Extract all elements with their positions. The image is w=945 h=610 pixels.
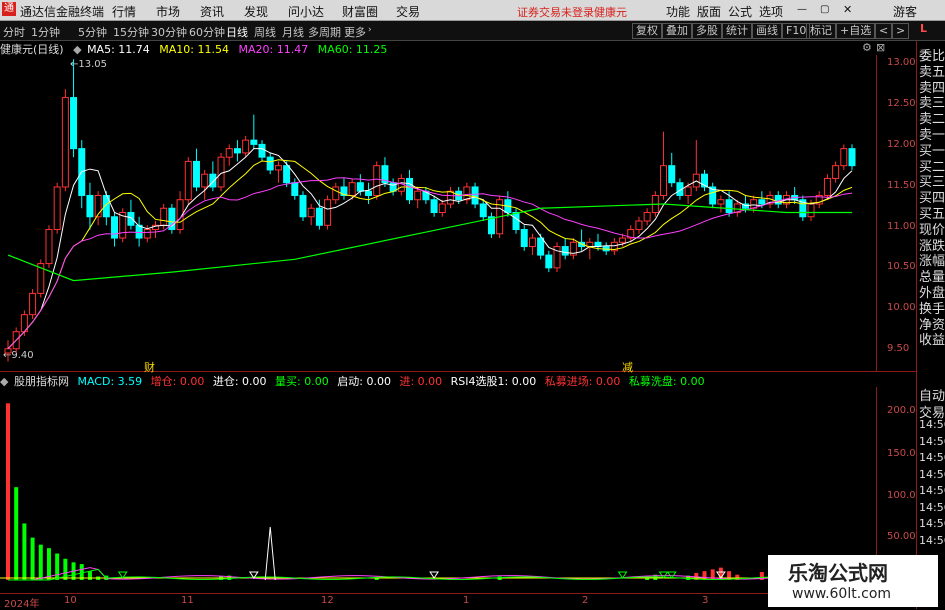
candle-body [283,165,291,184]
candle-body [463,186,471,201]
candle-body [561,246,569,256]
candle-body [373,165,381,196]
candle-body [250,139,258,145]
candle-body [192,160,200,188]
candle-body [299,194,307,218]
candle-body [807,203,815,218]
candle-body [430,199,438,214]
candle-body [70,97,78,150]
candle-body [86,194,94,218]
candle-body [307,207,315,218]
candle-body [29,292,37,316]
candle-body [266,156,274,171]
indicator-bar [55,553,60,580]
candle-body [537,237,545,256]
indicator-bar [22,523,27,580]
candle-body [332,186,340,201]
ma20-line [7,177,853,350]
candle-body [111,216,119,239]
candle-body [143,229,151,239]
candle-body [520,229,528,248]
candle-body [53,186,61,231]
candle-body [512,212,520,231]
candle-body [184,160,192,201]
tick-time-label: 14:56 [919,451,945,464]
tick-time-label: 14:56 [919,418,945,431]
candle-body [848,148,856,167]
tick-time-label: 14:56 [919,434,945,448]
candle-body [758,199,766,205]
candle-body [660,165,668,196]
ma10-line [7,159,853,350]
tick-time-label: 14:56 [919,484,945,497]
candle-body [832,165,840,179]
indicator-bar [30,537,35,580]
candle-body [545,254,553,269]
candle-body [446,190,454,205]
candle-body [61,97,69,188]
indicator-bar [46,548,51,580]
candle-body [414,190,422,201]
candle-body [643,212,651,222]
candle-body [274,165,282,171]
candle-body [438,203,446,213]
indicator-bar [38,544,43,580]
indicator-bar [6,403,10,580]
tick-time-label: 14:56 [919,517,945,530]
ma60-line [7,203,852,282]
candle-body [619,237,627,243]
candle-body [233,148,241,154]
candle-body [127,212,135,226]
candle-body [225,148,233,158]
candle-body [315,207,323,226]
candle-body [684,186,692,196]
candle-body [668,165,676,184]
candle-body [348,182,356,196]
candle-body [242,139,250,154]
tick-time-label: 14:56 [919,500,945,514]
candle-body [209,173,217,188]
quote-side-panel: 委比 卖五 卖四 卖三 卖二 卖一 买一 买二 买三 买四 买五 现价 涨跌 涨幅 总量 外盘 换手 净资 收益 自动… [916,41,945,609]
candle-body [479,203,487,218]
watermark: 乐淘公式网 www.60lt.com [768,555,938,607]
candle-body [356,182,364,192]
candle-body [160,207,168,226]
tick-time-label: 14:56 [919,533,945,547]
candle-body [4,348,12,354]
candle-body [324,199,332,226]
indicator-spike [264,526,276,581]
candle-body [406,177,414,201]
candle-body [528,237,536,248]
candle-body [840,148,848,167]
candle-body [258,143,266,158]
kline-chart[interactable] [0,0,945,609]
candle-body [635,220,643,231]
candle-body [717,199,725,205]
watermark-title: 乐淘公式网 [788,561,888,585]
candle-body [823,177,831,196]
tick-time-label: 14:56 [919,467,945,481]
candle-body [471,186,479,205]
indicator-bar [702,571,707,580]
indicator-bar [14,487,19,580]
signal-arrow-icon [429,571,440,579]
candle-body [201,173,209,188]
ma5-line [7,148,853,350]
candle-body [291,182,299,196]
watermark-url: www.60lt.com [792,586,892,602]
candle-body [365,190,373,196]
candle-body [217,156,225,188]
indicator-bar [87,571,92,580]
quote-field-label: 收益 [919,333,945,349]
candle-body [45,229,53,265]
candle-body [725,199,733,214]
